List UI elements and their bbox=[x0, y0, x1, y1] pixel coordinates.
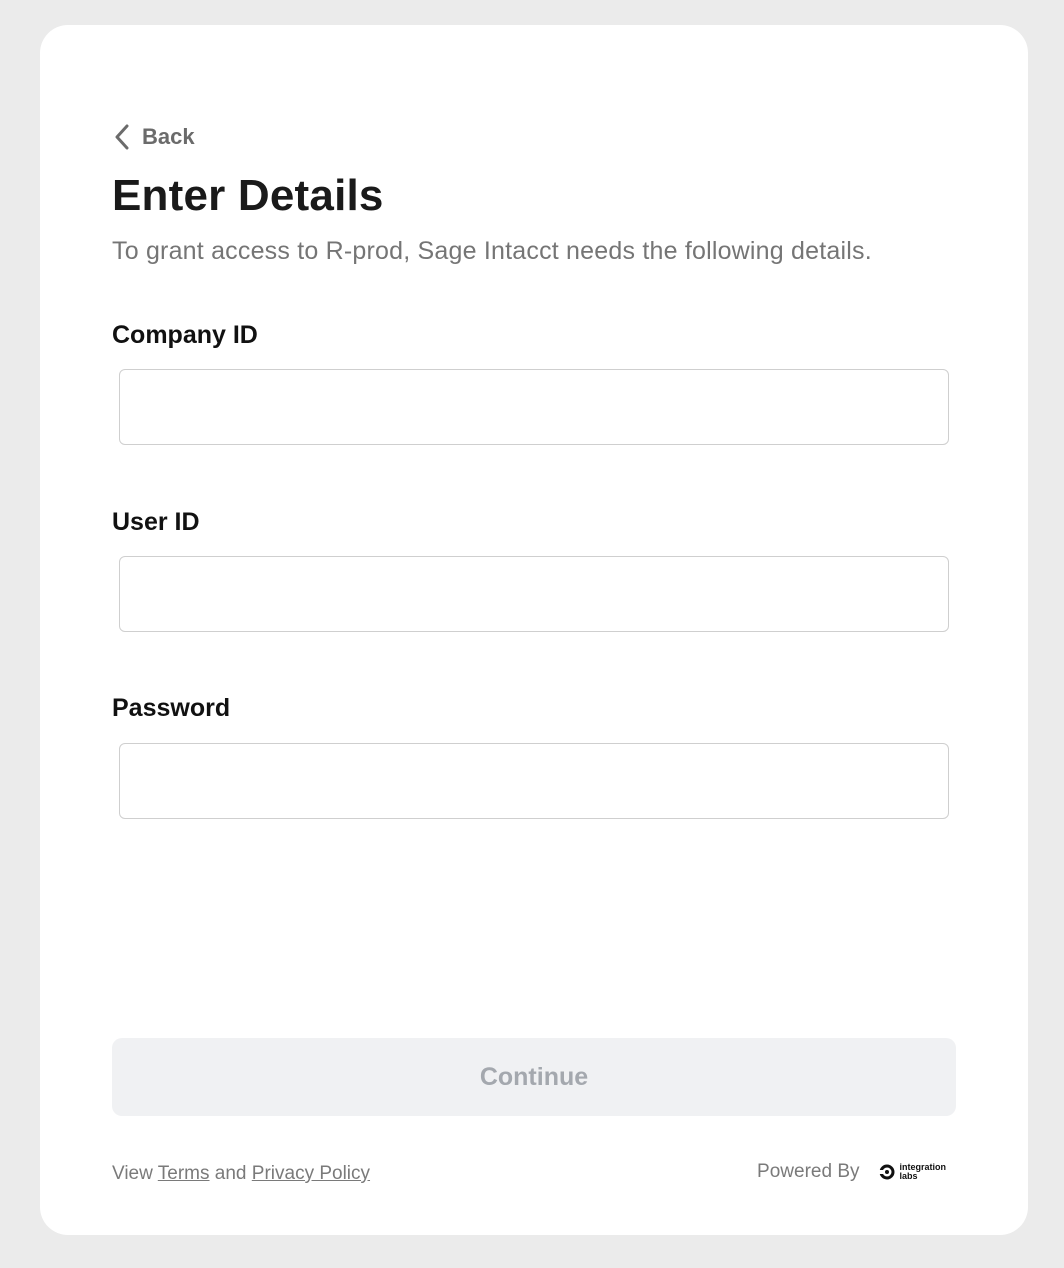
back-button[interactable]: Back bbox=[112, 117, 195, 157]
back-label: Back bbox=[142, 124, 195, 149]
company-id-input[interactable] bbox=[119, 369, 949, 445]
integration-labs-logo-icon: integration labs bbox=[877, 1163, 947, 1181]
logo-wordmark: integration labs bbox=[900, 1163, 947, 1181]
continue-button[interactable]: Continue bbox=[112, 1038, 956, 1116]
powered-by: Powered By integration labs bbox=[757, 1161, 946, 1183]
password-label: Password bbox=[112, 694, 231, 722]
powered-by-text: Powered By bbox=[757, 1161, 860, 1182]
terms-link[interactable]: Terms bbox=[158, 1163, 210, 1184]
legal-links: View Terms and Privacy Policy bbox=[112, 1163, 370, 1185]
and-text: and bbox=[214, 1163, 247, 1184]
password-input[interactable] bbox=[119, 743, 949, 819]
page-title: Enter Details bbox=[112, 171, 384, 220]
page-subtitle: To grant access to R-prod, Sage Intacct … bbox=[112, 237, 872, 265]
chevron-left-icon bbox=[112, 123, 132, 151]
view-text: View bbox=[112, 1163, 153, 1184]
auth-card: Back Enter Details To grant access to R-… bbox=[40, 25, 1028, 1235]
user-id-label: User ID bbox=[112, 508, 200, 536]
logo-line-2: labs bbox=[899, 1171, 918, 1181]
company-id-label: Company ID bbox=[112, 321, 258, 349]
user-id-input[interactable] bbox=[119, 556, 949, 632]
privacy-policy-link[interactable]: Privacy Policy bbox=[252, 1163, 370, 1184]
